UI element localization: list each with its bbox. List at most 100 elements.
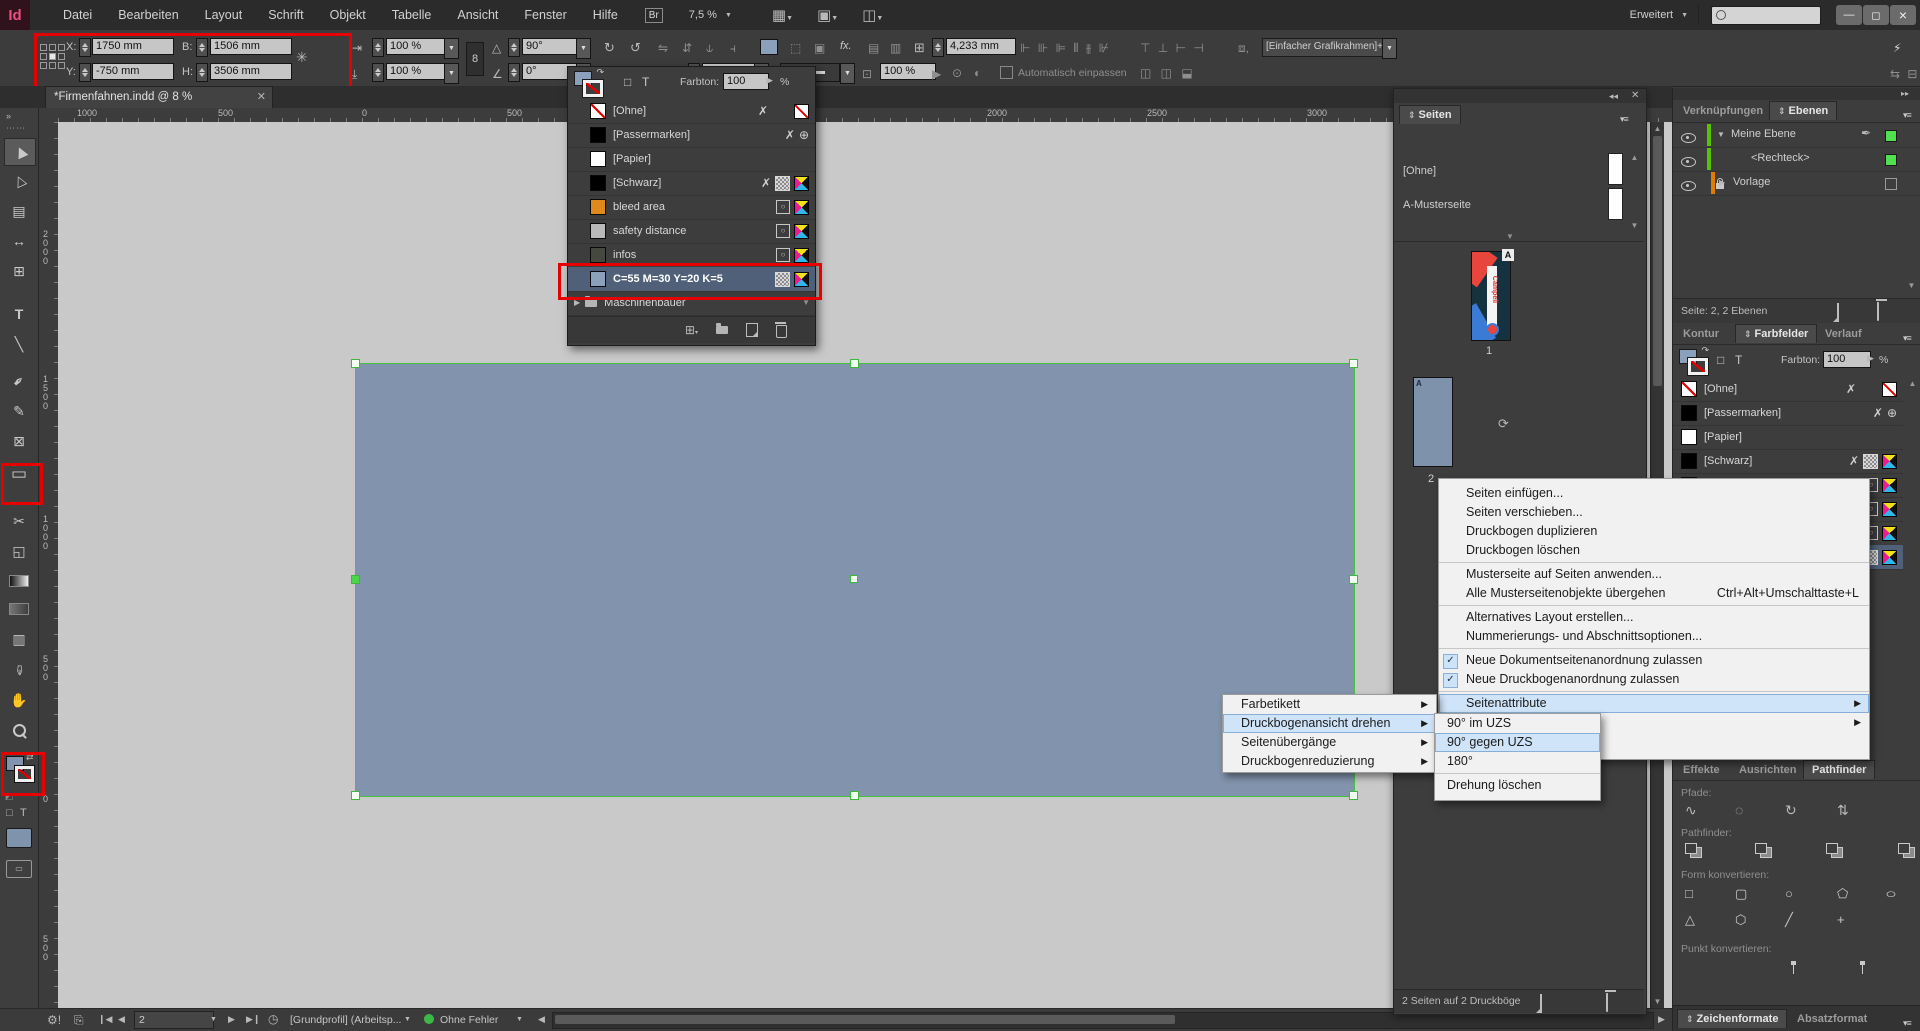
menu-item-musterseite-anwenden[interactable]: Musterseite auf Seiten anwenden... <box>1439 565 1869 584</box>
menu-item-musterseitenobjekte-uebergehen[interactable]: Alle Musterseitenobjekte übergehenCtrl+A… <box>1439 584 1869 603</box>
submenu-item-180[interactable]: 180° <box>1435 752 1600 771</box>
tool-rectangle[interactable]: ▭ <box>4 461 34 487</box>
text-wrap-alt-icon[interactable]: ▥ <box>890 42 901 54</box>
rotation-field[interactable]: 90° <box>522 38 582 55</box>
panel-close-icon[interactable]: ✕ <box>1631 91 1639 101</box>
delete-page-icon[interactable] <box>1606 993 1608 1012</box>
zoom-level-value[interactable]: 7,5 % <box>689 9 717 21</box>
handle-bottom-left[interactable] <box>351 791 360 800</box>
profile-dropdown-icon[interactable]: ▼ <box>404 1016 411 1023</box>
constrain-dimensions-icon[interactable]: ✳ <box>296 50 308 64</box>
zoom-level-dropdown-icon[interactable]: ▼ <box>725 12 732 19</box>
tint-field[interactable]: 100 <box>723 73 769 90</box>
preflight-panel-icon[interactable]: ⚙! <box>47 1014 61 1026</box>
tool-direct-selection[interactable]: ▷ <box>4 168 34 194</box>
pathfinder-intersect-icon[interactable] <box>1826 843 1842 856</box>
pages-tab[interactable]: Seiten <box>1399 105 1461 124</box>
reference-point-proxy[interactable] <box>40 44 65 69</box>
tab-pathfinder[interactable]: Pathfinder <box>1803 760 1875 779</box>
vertical-scroll-thumb[interactable] <box>1653 136 1662 386</box>
object-style-dropdown-arrow[interactable] <box>1382 38 1397 59</box>
submenu-item-90-gegen-uzs[interactable]: 90° gegen UZS <box>1435 733 1600 752</box>
masters-scroll-up-icon[interactable]: ▲ <box>1628 153 1641 162</box>
toolbar-grip-icon[interactable]: ⋯⋯ <box>6 124 26 133</box>
distribute-buttons-group[interactable]: ⊤ ⊥ ⊢ ⊣ <box>1140 42 1206 54</box>
menu-item-seiten-einfuegen[interactable]: Seiten einfügen... <box>1439 484 1869 503</box>
menu-item-alternatives-layout[interactable]: Alternatives Layout erstellen... <box>1439 608 1869 627</box>
opacity-arrow-icon[interactable]: ▶ <box>932 68 941 80</box>
screen-mode-button[interactable]: ▣▼ <box>817 8 838 23</box>
handle-bottom-right[interactable] <box>1349 791 1358 800</box>
search-input[interactable] <box>1711 6 1821 25</box>
swatch-row-papier[interactable]: [Papier] <box>1673 425 1903 450</box>
tool-scissors[interactable]: ✂ <box>4 508 34 534</box>
tool-pencil[interactable]: ✎ <box>4 398 34 424</box>
pages-panel-titlebar[interactable]: ◂◂ ✕ <box>1394 89 1646 103</box>
object-selection-square[interactable] <box>1885 154 1897 166</box>
fill-color-well[interactable] <box>760 39 778 55</box>
swatch-row-c55-selected[interactable]: C=55 M=30 Y=20 K=5 <box>568 267 815 292</box>
view-mode-button[interactable]: ▭ <box>6 860 32 878</box>
panel-collapse-icon[interactable]: ◂◂ <box>1609 92 1618 101</box>
new-page-icon[interactable] <box>1540 994 1542 1013</box>
menu-item-seitenattribute[interactable]: Seitenattribute▶ <box>1439 694 1869 713</box>
list-scroll-down-icon[interactable]: ▼ <box>802 299 810 307</box>
page-number-combo[interactable]: 2 <box>134 1011 214 1029</box>
last-page-icon[interactable]: ▶❙ <box>246 1015 260 1024</box>
swatch-views-icon[interactable]: ⊞▾ <box>685 324 698 336</box>
submenu-item-seitenuebergaenge[interactable]: Seitenübergänge▶ <box>1223 733 1436 752</box>
effects-toggle-icon[interactable]: ◐ <box>974 67 981 79</box>
swatch-row-schwarz[interactable]: [Schwarz] <box>1673 449 1903 474</box>
tab-zeichenformate[interactable]: Zeichenformate <box>1677 1009 1787 1028</box>
first-page-icon[interactable]: ❙◀ <box>98 1015 112 1024</box>
tool-pen[interactable]: ✒ <box>4 368 34 394</box>
toolbar-collapse-icon[interactable]: » <box>6 112 11 121</box>
tool-page[interactable]: ▤ <box>4 198 34 224</box>
tint-slider-icon[interactable]: ▶ <box>766 76 773 85</box>
handle-middle-left[interactable] <box>351 575 360 584</box>
swatch-row-ohne[interactable]: [Ohne] <box>568 99 815 124</box>
handle-top-center[interactable] <box>850 359 859 368</box>
layers-scroll-down-icon[interactable]: ▼ <box>1905 281 1918 290</box>
convert-rectangle-icon[interactable]: □ <box>1685 887 1693 900</box>
blend-mode-icon[interactable]: ⊙ <box>952 67 962 79</box>
menu-layout[interactable]: Layout <box>192 0 256 30</box>
handle-bottom-center[interactable] <box>850 791 859 800</box>
pathfinder-subtract-icon[interactable] <box>1755 843 1771 856</box>
master-ohne-label[interactable]: [Ohne] <box>1403 165 1436 177</box>
shear-stepper[interactable] <box>508 63 520 82</box>
tab-ebenen[interactable]: Ebenen <box>1769 101 1837 120</box>
tool-gradient[interactable] <box>4 568 34 594</box>
arrange-documents-button[interactable]: ◫▼ <box>862 8 883 23</box>
effects-fx-button[interactable]: fx. <box>840 40 852 52</box>
tab-farbfelder[interactable]: Farbfelder <box>1735 324 1817 343</box>
handle-top-left[interactable] <box>351 359 360 368</box>
dock-collapse-icon[interactable]: ▸▸ <box>1901 90 1909 98</box>
new-layer-icon[interactable] <box>1837 303 1839 322</box>
stroke-type-dropdown-arrow[interactable] <box>840 63 855 84</box>
swatch-row-infos[interactable]: infos <box>568 243 815 268</box>
vertical-ruler[interactable]: 2000 1500 1000 500 0 500 <box>38 122 59 1008</box>
convert-rounded-rect-icon[interactable]: ▢ <box>1735 887 1747 900</box>
horizontal-scroll-thumb[interactable] <box>555 1015 1175 1024</box>
swatch-row-papier[interactable]: [Papier] <box>568 147 815 172</box>
workspace-dropdown-icon[interactable]: ▼ <box>1681 12 1688 19</box>
submenu-item-drehung-loeschen[interactable]: Drehung löschen <box>1435 776 1600 795</box>
submenu-item-druckbogenansicht-drehen[interactable]: Druckbogenansicht drehen▶ <box>1223 714 1436 733</box>
master-a-thumbnail[interactable] <box>1608 188 1623 220</box>
align-buttons-group[interactable]: ⊩ ⊪ ⊫ ⫴ ⫵ ⊮ <box>1020 42 1111 54</box>
window-close-button[interactable]: × <box>1890 5 1916 25</box>
reverse-path-icon[interactable]: ⇅ <box>1837 803 1849 817</box>
page1-label[interactable]: 1 <box>1486 345 1492 357</box>
menu-schrift[interactable]: Schrift <box>255 0 316 30</box>
tab-kontur[interactable]: Kontur <box>1683 328 1719 340</box>
window-minimize-button[interactable]: — <box>1836 5 1862 25</box>
export-icon[interactable]: ⎘ <box>74 1014 84 1026</box>
tool-content-collector[interactable]: ⊞ <box>4 258 34 284</box>
menu-item-druckbogen-loeschen[interactable]: Druckbogen löschen <box>1439 541 1869 560</box>
flip-horizontal-icon[interactable]: ⇋ <box>658 42 668 54</box>
formatting-text-icon[interactable]: T <box>20 808 27 819</box>
tab-verknuepfungen[interactable]: Verknüpfungen <box>1683 105 1763 117</box>
new-swatch-icon[interactable] <box>746 323 758 337</box>
text-wrap-icon[interactable]: ▤ <box>868 42 879 54</box>
